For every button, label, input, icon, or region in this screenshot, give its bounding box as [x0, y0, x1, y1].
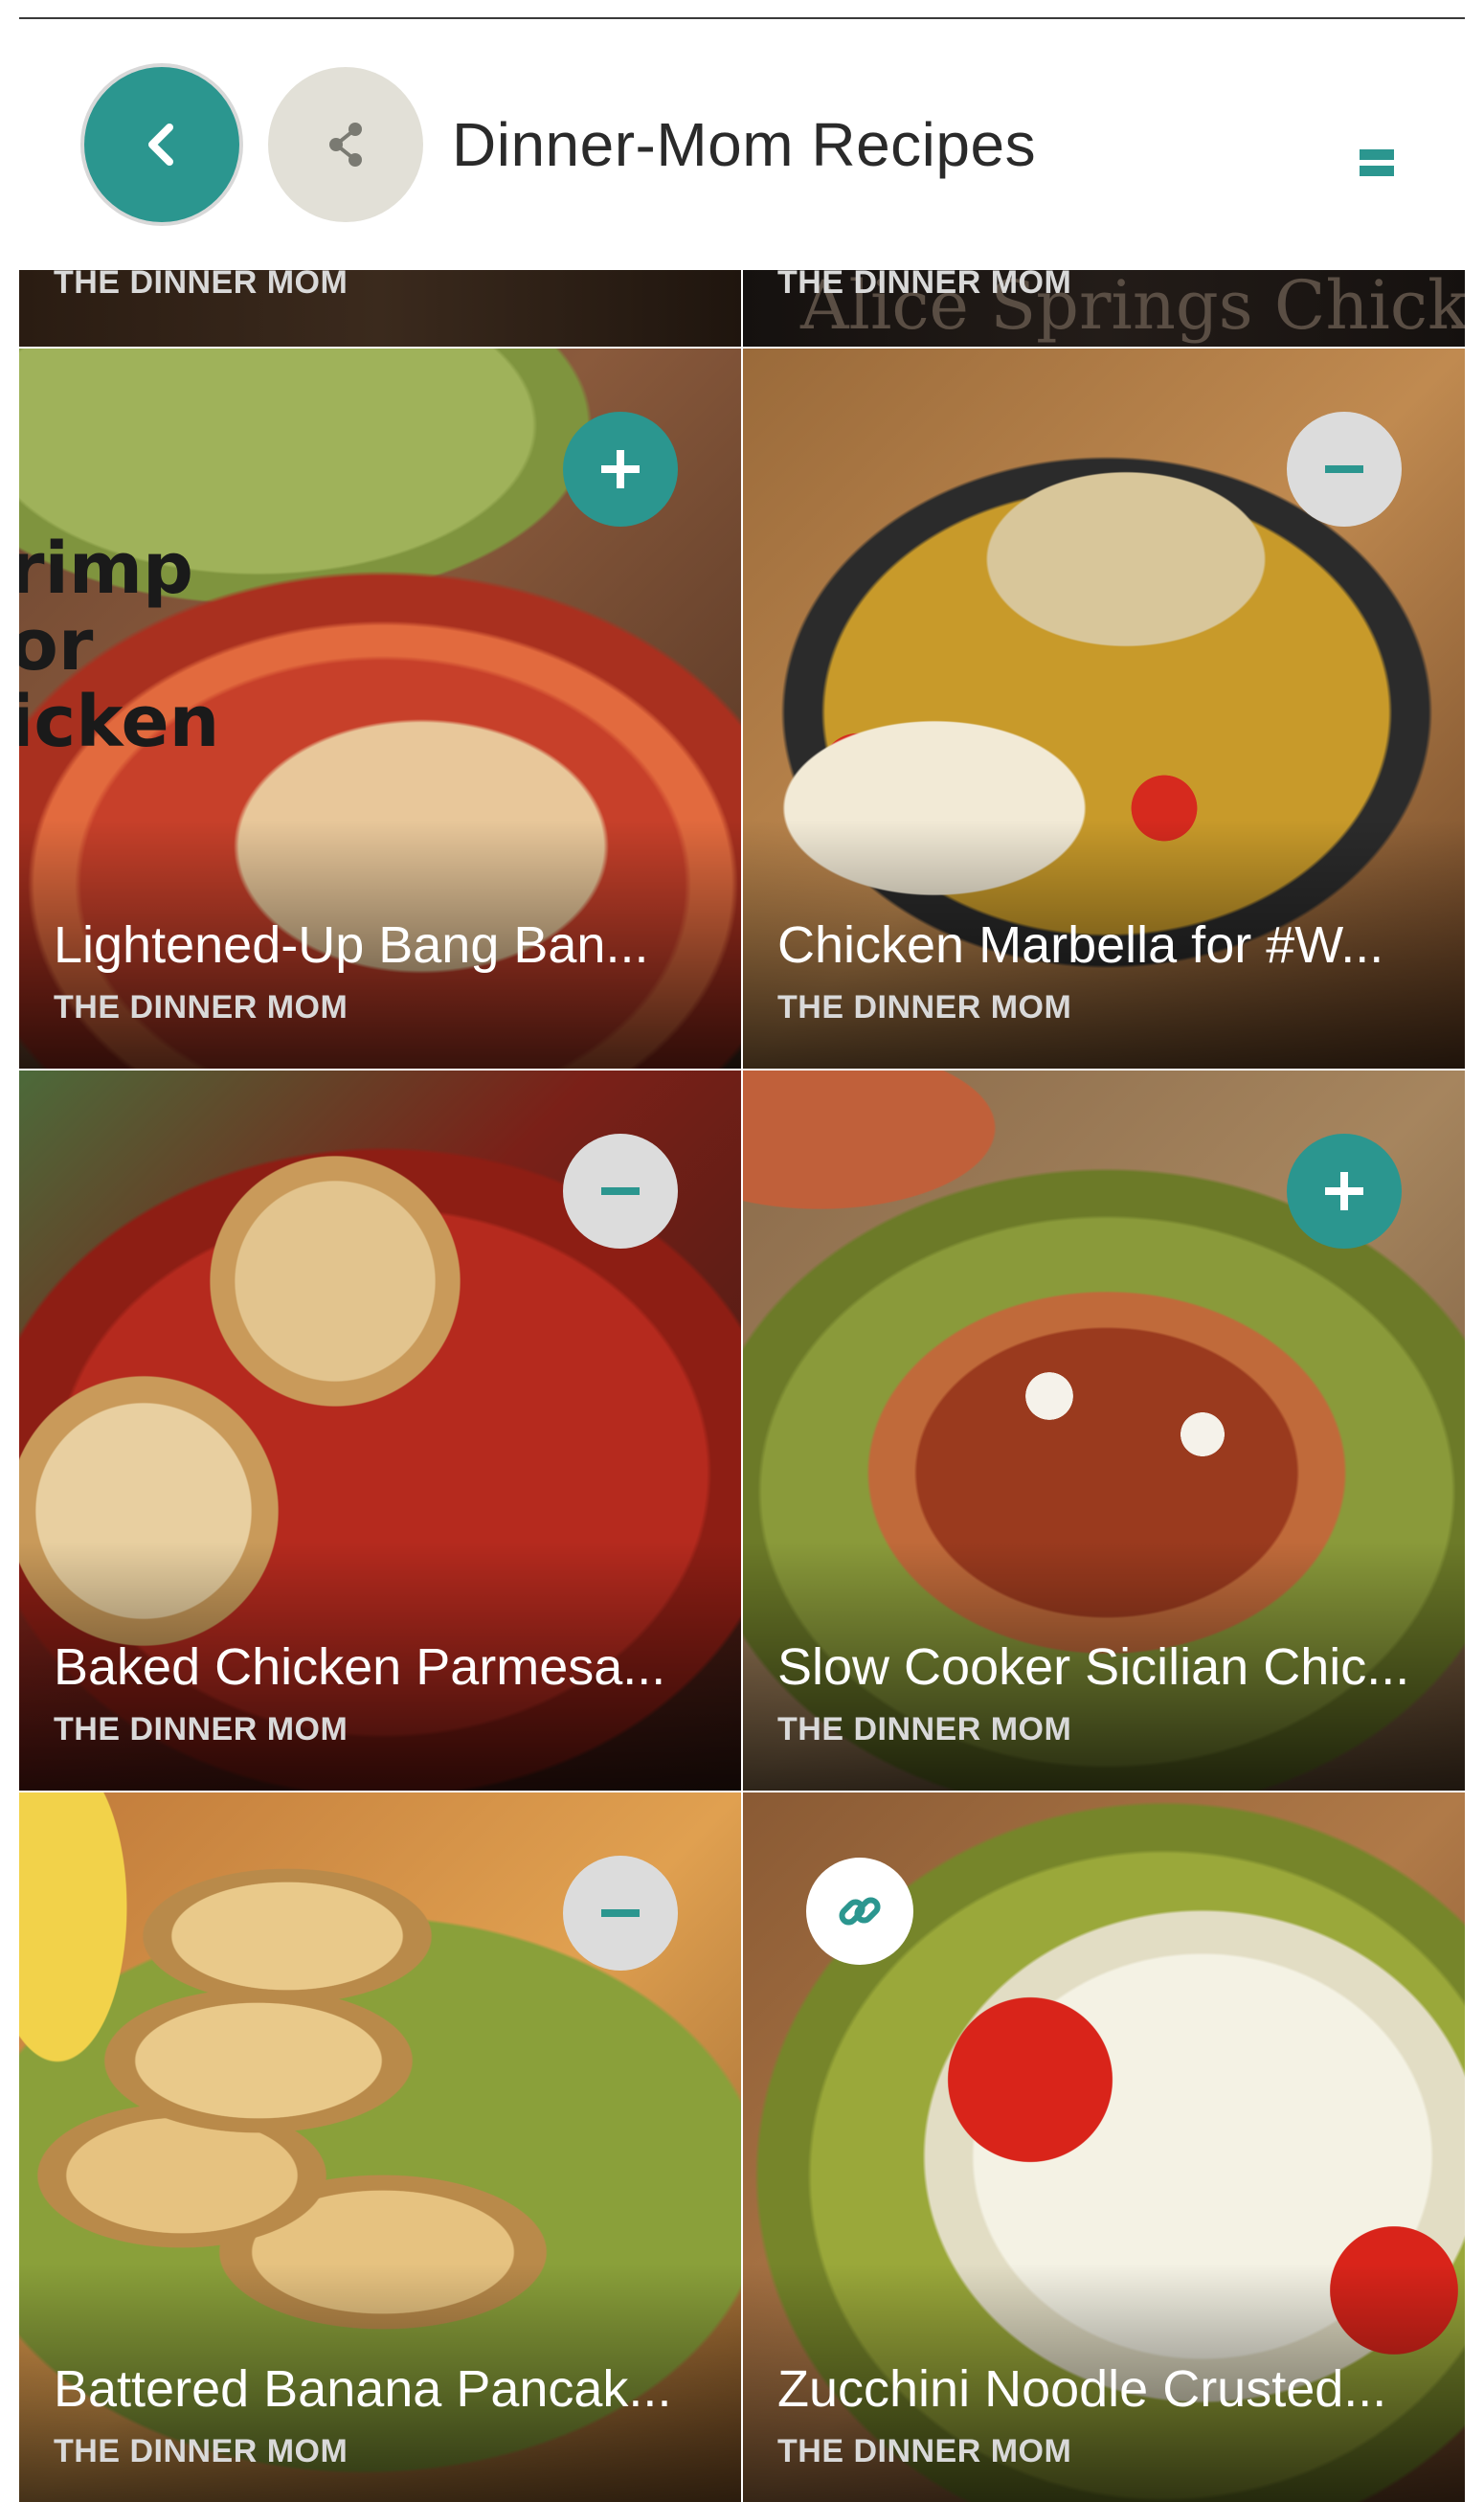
recipe-source: THE DINNER MOM — [777, 270, 1072, 301]
recipe-title: Baked Chicken Parmesa... — [54, 1638, 666, 1696]
recipe-card-partial[interactable]: THE DINNER MOM — [19, 270, 741, 347]
recipe-source: THE DINNER MOM — [54, 1711, 349, 1747]
menu-button[interactable] — [1340, 126, 1413, 199]
recipe-title: Battered Banana Pancak... — [54, 2360, 672, 2418]
recipe-source: THE DINNER MOM — [777, 2433, 1072, 2469]
recipe-title: Lightened-Up Bang Ban... — [54, 916, 649, 974]
recipe-source: THE DINNER MOM — [54, 270, 349, 301]
recipe-title: Chicken Marbella for #W... — [777, 916, 1384, 974]
link-icon — [839, 1897, 881, 1926]
plus-icon — [1325, 1172, 1363, 1210]
recipe-card[interactable]: rimp or icken Lightened-Up Bang Ban... T… — [19, 349, 741, 1069]
remove-from-collection-button[interactable] — [563, 1134, 678, 1249]
recipe-source: THE DINNER MOM — [777, 1711, 1072, 1747]
recipe-link-button[interactable] — [806, 1858, 913, 1965]
remove-from-collection-button[interactable] — [563, 1856, 678, 1971]
recipe-card-partial[interactable]: Alice Springs Chicken THE DINNER MOM — [743, 270, 1465, 347]
plus-icon — [601, 450, 640, 488]
recipe-source: THE DINNER MOM — [54, 989, 349, 1026]
recipe-card[interactable]: Zucchini Noodle Crusted... THE DINNER MO… — [743, 1792, 1465, 2502]
recipe-card[interactable]: Battered Banana Pancak... THE DINNER MOM — [19, 1792, 741, 2502]
recipe-title: Slow Cooker Sicilian Chic... — [777, 1638, 1410, 1696]
minus-icon — [601, 1909, 640, 1917]
minus-icon — [1325, 465, 1363, 473]
share-button[interactable] — [268, 67, 423, 222]
remove-from-collection-button[interactable] — [1287, 412, 1402, 527]
back-button[interactable] — [84, 67, 239, 222]
photo-overlay-text: rimp or icken — [19, 528, 220, 763]
recipe-card[interactable]: Chicken Marbella for #W... THE DINNER MO… — [743, 349, 1465, 1069]
share-icon — [329, 123, 362, 167]
app-header: Dinner-Mom Recipes — [0, 19, 1484, 270]
recipe-grid: THE DINNER MOM Alice Springs Chicken THE… — [19, 270, 1465, 2502]
recipe-source: THE DINNER MOM — [777, 989, 1072, 1026]
add-to-collection-button[interactable] — [1287, 1134, 1402, 1249]
recipe-card[interactable]: Slow Cooker Sicilian Chic... THE DINNER … — [743, 1071, 1465, 1791]
page-title: Dinner-Mom Recipes — [452, 110, 1037, 179]
recipe-card[interactable]: Baked Chicken Parmesa... THE DINNER MOM — [19, 1071, 741, 1791]
add-to-collection-button[interactable] — [563, 412, 678, 527]
chevron-left-icon — [148, 124, 173, 166]
recipe-source: THE DINNER MOM — [54, 2433, 349, 2469]
menu-icon — [1360, 149, 1394, 176]
recipe-title: Zucchini Noodle Crusted... — [777, 2360, 1387, 2418]
minus-icon — [601, 1187, 640, 1195]
